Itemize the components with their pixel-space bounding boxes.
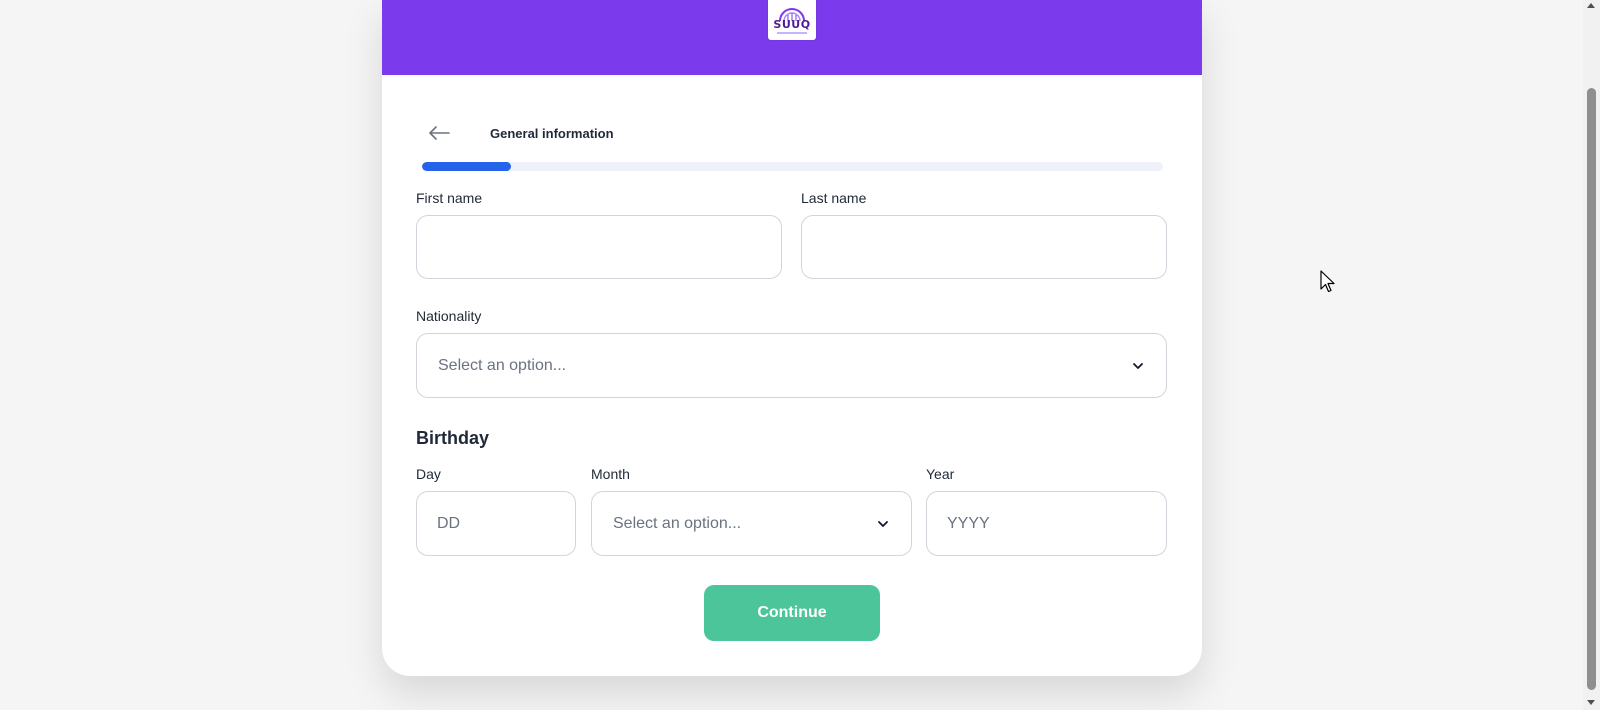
- step-header: General information: [424, 120, 614, 146]
- brand-logo: SUUQ: [768, 0, 816, 40]
- first-name-label: First name: [416, 190, 483, 206]
- header-banner: SUUQ: [382, 0, 1202, 75]
- nationality-selected-value: Select an option...: [438, 356, 567, 374]
- birthday-heading: Birthday: [416, 428, 490, 448]
- month-selected-value: Select an option...: [613, 514, 742, 532]
- day-input[interactable]: [416, 491, 576, 556]
- last-name-input[interactable]: [801, 215, 1167, 279]
- month-select[interactable]: Select an option...: [591, 491, 912, 556]
- day-label: Day: [416, 466, 441, 482]
- continue-button[interactable]: Continue: [704, 585, 880, 641]
- logo-underline: [777, 32, 807, 34]
- nationality-select[interactable]: Select an option...: [416, 333, 1167, 398]
- month-label: Month: [591, 466, 630, 482]
- last-name-label: Last name: [801, 190, 867, 206]
- signup-card: SUUQ General information First name Last…: [382, 0, 1202, 676]
- nationality-label: Nationality: [416, 308, 482, 324]
- progress-bar: [422, 162, 1163, 171]
- scrollbar-thumb[interactable]: [1587, 88, 1596, 690]
- year-label: Year: [926, 466, 955, 482]
- scroll-up-icon[interactable]: [1587, 3, 1595, 8]
- year-input[interactable]: [926, 491, 1167, 556]
- page: SUUQ General information First name Last…: [0, 0, 1600, 710]
- mouse-pointer-icon: [1320, 270, 1336, 299]
- first-name-input[interactable]: [416, 215, 782, 279]
- back-button[interactable]: [424, 120, 454, 146]
- chevron-down-icon: [1132, 362, 1144, 370]
- logo-text: SUUQ: [773, 18, 811, 31]
- page-scrollbar[interactable]: [1583, 0, 1600, 710]
- progress-fill: [422, 162, 511, 171]
- arrow-left-icon: [429, 126, 450, 140]
- step-title: General information: [490, 125, 614, 141]
- scroll-down-icon[interactable]: [1587, 700, 1595, 705]
- chevron-down-icon: [877, 520, 889, 528]
